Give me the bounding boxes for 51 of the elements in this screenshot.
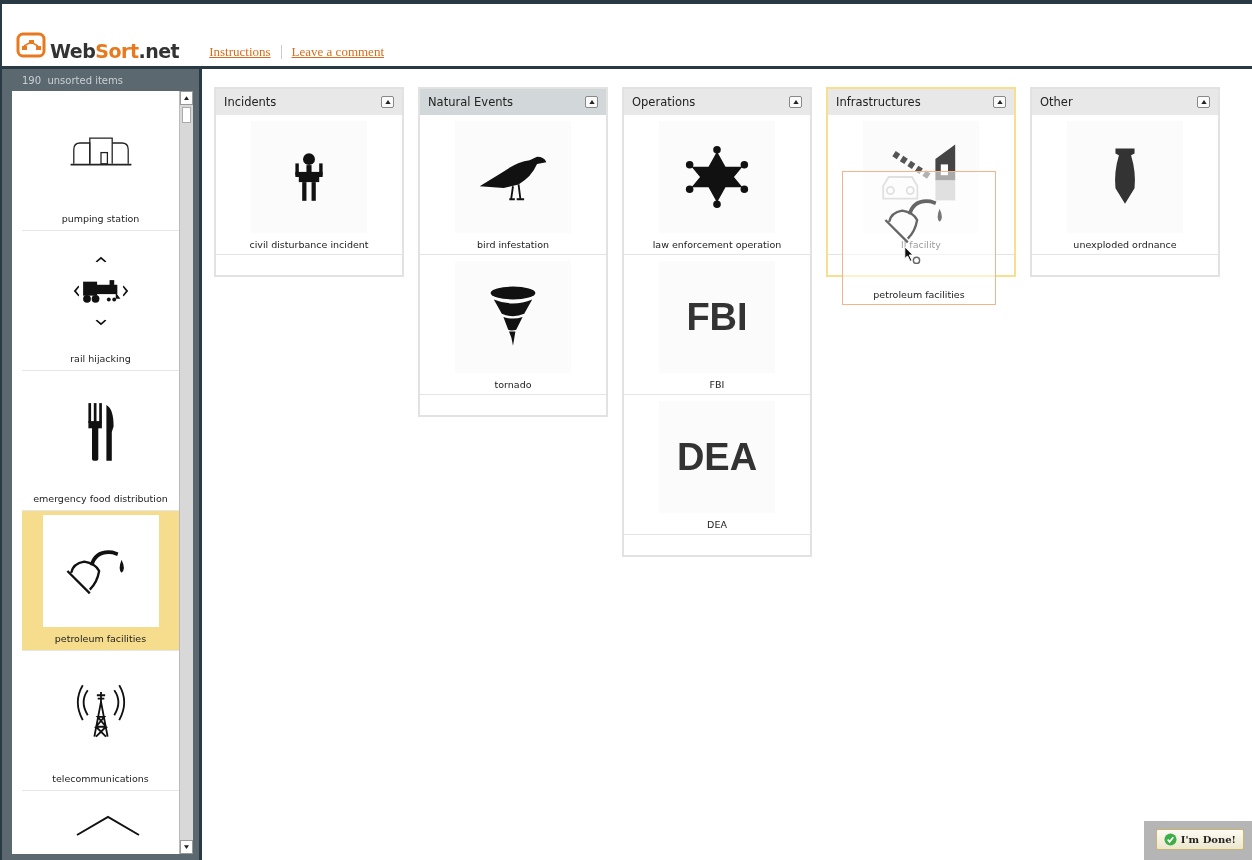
collapse-arrow-icon: [384, 100, 391, 104]
collapse-button[interactable]: [381, 96, 394, 108]
collapse-arrow-icon: [792, 100, 799, 104]
collapse-button[interactable]: [789, 96, 802, 108]
radio-tower-icon: [75, 682, 126, 740]
check-icon: [1163, 833, 1177, 846]
agency-logo-text: FBI: [686, 295, 748, 339]
category-title: Infrastructures: [836, 95, 921, 109]
collapse-button[interactable]: [1197, 96, 1210, 108]
category-title: Natural Events: [428, 95, 513, 109]
item-label: petroleum facilities: [54, 632, 147, 646]
item-label: tornado: [494, 378, 532, 390]
item-label: unexploded ordnance: [1073, 238, 1177, 250]
card-item[interactable]: FBI FBI: [624, 255, 810, 395]
sheriff-star-icon: [684, 144, 750, 210]
item-label: law enforcement operation: [652, 238, 782, 250]
card-item[interactable]: law enforcement operation: [624, 115, 810, 255]
item-label: DEA: [707, 518, 727, 530]
done-button[interactable]: I'm Done!: [1155, 829, 1244, 850]
building-icon: [68, 135, 133, 167]
scroll-down-icon[interactable]: [184, 845, 189, 849]
scroll-up-icon[interactable]: [184, 96, 189, 100]
collapse-arrow-icon: [996, 100, 1003, 104]
collapse-arrow-icon: [588, 100, 595, 104]
category-title: Incidents: [224, 95, 277, 109]
item-label: petroleum facilities: [873, 289, 965, 302]
unsorted-count: 190 unsorted items: [21, 74, 124, 88]
collapse-arrow-icon: [1200, 100, 1207, 104]
agency-logo-text: DEA: [676, 435, 758, 479]
card-item[interactable]: tornado: [420, 255, 606, 395]
item-label: FBI: [709, 378, 725, 390]
scrollbar-thumb[interactable]: [182, 107, 191, 123]
collapse-button[interactable]: [585, 96, 598, 108]
item-label: civil disturbance incident: [249, 238, 369, 250]
unsorted-item[interactable]: petroleum facilities: [22, 511, 179, 651]
category-title: Operations: [632, 95, 696, 109]
item-label: rail hijacking: [70, 352, 131, 366]
item-label: telecommunications: [52, 772, 149, 786]
category-title: Other: [1040, 95, 1073, 109]
item-label: ll facility: [901, 238, 941, 250]
card-item[interactable]: civil disturbance incident: [216, 115, 402, 255]
header-link[interactable]: Instructions: [209, 44, 271, 60]
header-link[interactable]: Leave a comment: [291, 44, 384, 60]
item-label: pumping station: [61, 212, 140, 226]
websort-logo: WebSort.net: [16, 32, 180, 62]
collapse-button[interactable]: [993, 96, 1006, 108]
card-item[interactable]: unexploded ordnance: [1032, 115, 1218, 255]
card-item[interactable]: DEA DEA: [624, 395, 810, 535]
item-label: bird infestation: [477, 238, 549, 250]
card-item[interactable]: bird infestation: [420, 115, 606, 255]
item-label: emergency food distribution: [33, 492, 168, 506]
